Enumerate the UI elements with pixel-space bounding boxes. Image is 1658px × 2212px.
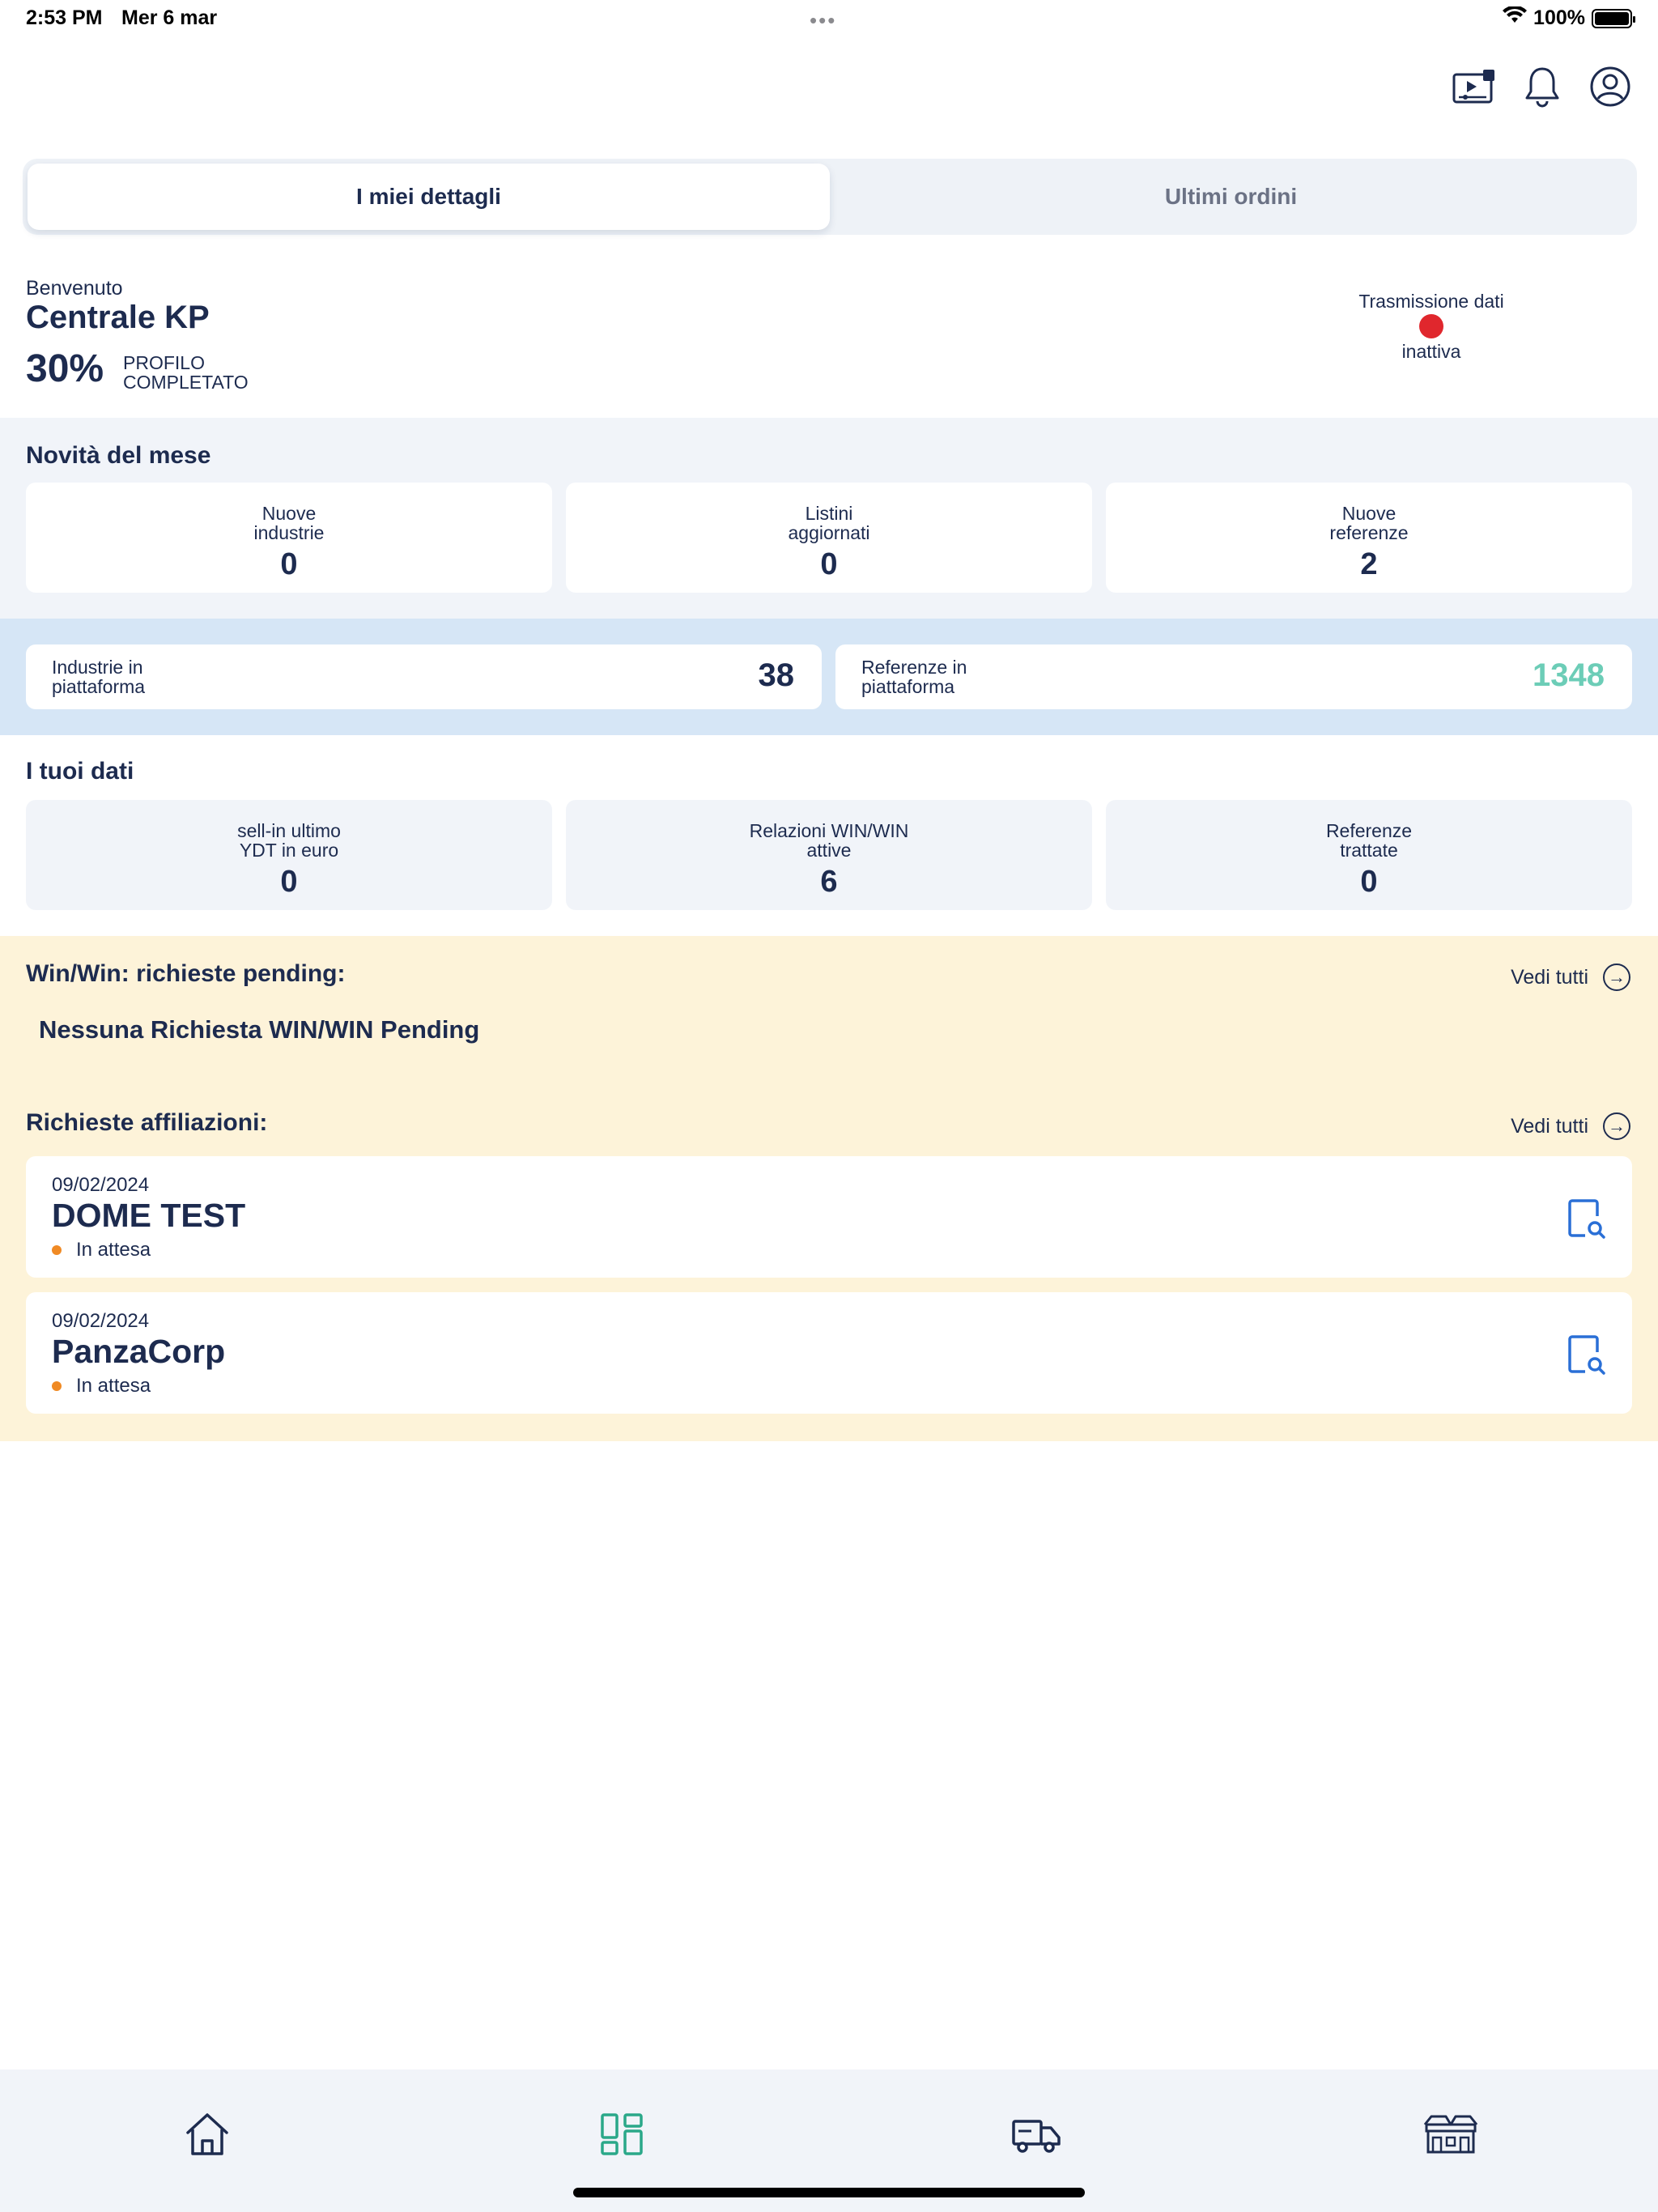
data-card-sell-in: sell-in ultimo YDT in euro 0 — [26, 800, 552, 910]
request-company-name: PanzaCorp — [52, 1333, 226, 1370]
status-dot-icon — [52, 1381, 62, 1391]
status-date: Mer 6 mar — [121, 6, 218, 29]
stat-value: 0 — [280, 865, 298, 899]
platform-references-label: Referenze in piattaforma — [861, 657, 967, 697]
see-all-label: Vedi tutti — [1511, 1114, 1588, 1138]
tab-latest-orders[interactable]: Ultimi ordini — [830, 164, 1632, 230]
request-status-label: In attesa — [76, 1375, 151, 1397]
dashboard-icon[interactable] — [589, 2102, 654, 2167]
stat-card-new-references: Nuove referenze 2 — [1106, 483, 1632, 593]
transmission-status: inattiva — [1401, 341, 1461, 362]
delivery-truck-icon[interactable] — [1004, 2102, 1069, 2167]
battery-icon — [1592, 8, 1635, 28]
data-transmission-status: Trasmissione dati inattiva — [1344, 291, 1519, 361]
stat-value: 2 — [1360, 547, 1378, 581]
company-name: Centrale KP — [26, 300, 210, 335]
profile-completion-percent: 30% — [26, 347, 104, 390]
data-card-winwin-relations: Relazioni WIN/WIN attive 6 — [566, 800, 1092, 910]
request-date: 09/02/2024 — [52, 1310, 150, 1332]
stat-label: Nuove industrie — [253, 503, 325, 543]
stat-label: Referenze trattate — [1325, 820, 1413, 861]
stat-label: Listini aggiornati — [788, 503, 870, 543]
monthly-news-section: Novità del mese Nuove industrie 0 Listin… — [0, 418, 1658, 619]
platform-industries-card: Industrie in piattaforma 38 — [26, 644, 822, 709]
affiliations-title: Richieste affiliazioni: — [26, 1109, 268, 1136]
platform-industries-label: Industrie in piattaforma — [52, 657, 146, 697]
affiliation-request-card[interactable]: 09/02/2024 PanzaCorp In attesa — [26, 1292, 1632, 1414]
platform-industries-value: 38 — [758, 657, 795, 693]
wifi-icon — [1503, 5, 1528, 30]
your-data-title: I tuoi dati — [26, 758, 134, 785]
stat-label: sell-in ultimo YDT in euro — [237, 820, 341, 861]
status-dot-icon — [1419, 314, 1443, 338]
request-status: In attesa — [52, 1239, 151, 1261]
data-card-handled-references: Referenze trattate 0 — [1106, 800, 1632, 910]
see-all-label: Vedi tutti — [1511, 965, 1588, 989]
stat-value: 0 — [820, 547, 838, 581]
arrow-right-circle-icon: → — [1603, 1112, 1630, 1140]
document-search-icon[interactable] — [1567, 1198, 1606, 1240]
header-actions — [1452, 65, 1632, 108]
platform-totals-section: Industrie in piattaforma 38 Referenze in… — [0, 619, 1658, 735]
monthly-news-title: Novità del mese — [26, 442, 211, 469]
stat-card-new-industries: Nuove industrie 0 — [26, 483, 552, 593]
request-company-name: DOME TEST — [52, 1197, 246, 1234]
stat-card-updated-price-lists: Listini aggiornati 0 — [566, 483, 1092, 593]
winwin-see-all-link[interactable]: Vedi tutti → — [1511, 963, 1630, 991]
home-icon[interactable] — [175, 2102, 240, 2167]
stores-icon[interactable] — [1418, 2102, 1483, 2167]
arrow-right-circle-icon: → — [1603, 963, 1630, 991]
multitasking-dots[interactable]: ••• — [810, 8, 836, 33]
platform-references-value: 1348 — [1533, 657, 1605, 693]
status-bar: 2:53 PM Mer 6 mar ••• 100% — [0, 0, 1658, 39]
requests-section: Win/Win: richieste pending: Vedi tutti →… — [0, 936, 1658, 1441]
stat-label: Nuove referenze — [1329, 503, 1409, 543]
stat-label: Relazioni WIN/WIN attive — [749, 820, 909, 861]
stat-value: 0 — [1360, 865, 1378, 899]
status-right: 100% — [1503, 5, 1635, 30]
affiliation-request-card[interactable]: 09/02/2024 DOME TEST In attesa — [26, 1156, 1632, 1278]
request-status: In attesa — [52, 1375, 151, 1397]
request-date: 09/02/2024 — [52, 1174, 150, 1196]
status-time: 2:53 PM — [26, 6, 103, 29]
document-search-icon[interactable] — [1567, 1334, 1606, 1376]
request-status-label: In attesa — [76, 1239, 151, 1261]
video-tutorial-icon[interactable] — [1452, 65, 1496, 108]
status-dot-icon — [52, 1245, 62, 1255]
welcome-text: Benvenuto — [26, 277, 123, 300]
affiliations-see-all-link[interactable]: Vedi tutti → — [1511, 1112, 1630, 1140]
tab-my-details[interactable]: I miei dettagli — [28, 164, 830, 230]
user-profile-icon[interactable] — [1588, 65, 1632, 108]
stat-value: 6 — [820, 865, 838, 899]
no-pending-message: Nessuna Richiesta WIN/WIN Pending — [39, 1015, 480, 1044]
stat-value: 0 — [280, 547, 298, 581]
transmission-label: Trasmissione dati — [1358, 291, 1504, 312]
details-tabs: I miei dettagli Ultimi ordini — [23, 159, 1637, 235]
winwin-pending-title: Win/Win: richieste pending: — [26, 960, 346, 987]
battery-percent: 100% — [1533, 6, 1585, 29]
platform-references-card: Referenze in piattaforma 1348 — [835, 644, 1632, 709]
bell-icon[interactable] — [1520, 65, 1564, 108]
home-indicator[interactable] — [573, 2188, 1085, 2197]
profile-completion-label: PROFILO COMPLETATO — [123, 352, 249, 393]
